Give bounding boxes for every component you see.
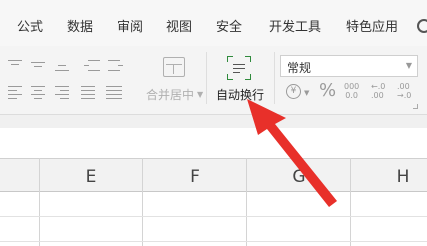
arrow-shape — [247, 99, 337, 207]
annotation-arrow — [247, 99, 337, 207]
